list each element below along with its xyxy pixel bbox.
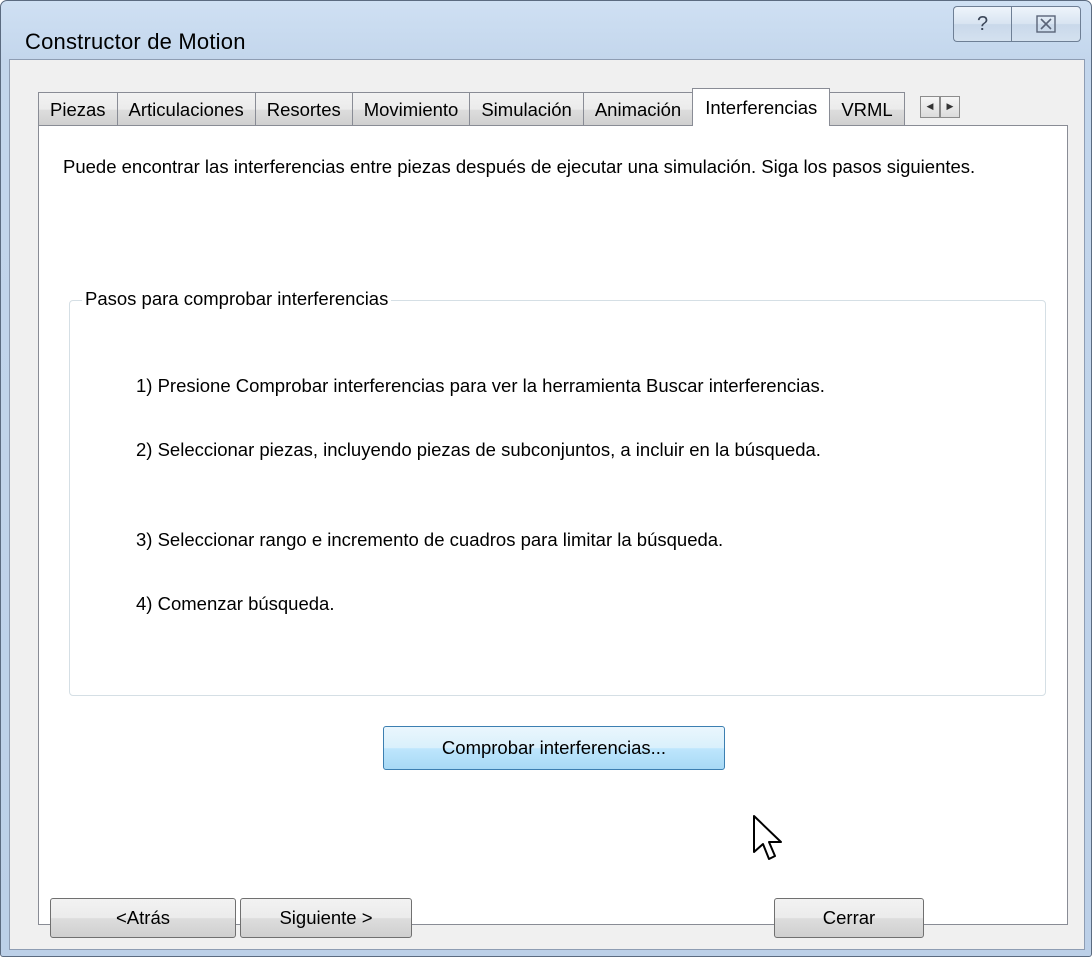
steps-groupbox: Pasos para comprobar interferencias 1) P… bbox=[69, 288, 1046, 696]
close-button[interactable]: Cerrar bbox=[774, 898, 924, 938]
step-3-text: 3) Seleccionar rango e incremento de cua… bbox=[136, 529, 724, 550]
step-1-text: 1) Presione Comprobar interferencias par… bbox=[136, 375, 825, 396]
mouse-pointer-icon bbox=[753, 815, 782, 860]
tab-resortes[interactable]: Resortes bbox=[255, 92, 353, 126]
tab-scroll-left-button[interactable]: ◀ bbox=[920, 96, 940, 118]
tab-animacion[interactable]: Animación bbox=[583, 92, 694, 126]
dialog-window: Constructor de Motion ? Piezas Articulac… bbox=[0, 0, 1092, 957]
tab-scroll-right-button[interactable]: ▶ bbox=[940, 96, 960, 118]
intro-text: Puede encontrar las interferencias entre… bbox=[63, 156, 976, 177]
client-area: Piezas Articulaciones Resortes Movimient… bbox=[9, 59, 1085, 950]
arrow-left-icon: ◀ bbox=[926, 102, 934, 112]
tab-simulacion[interactable]: Simulación bbox=[470, 92, 584, 126]
window-title: Constructor de Motion bbox=[25, 29, 246, 54]
tab-articulaciones[interactable]: Articulaciones bbox=[117, 92, 256, 126]
arrow-right-icon: ▶ bbox=[946, 102, 954, 112]
help-button[interactable]: ? bbox=[953, 6, 1011, 42]
check-interferences-button[interactable]: Comprobar interferencias... bbox=[383, 726, 725, 770]
tab-page-interferencias: Puede encontrar las interferencias entre… bbox=[38, 125, 1068, 925]
next-button[interactable]: Siguiente > bbox=[240, 898, 412, 938]
tab-strip: Piezas Articulaciones Resortes Movimient… bbox=[38, 88, 905, 126]
help-icon: ? bbox=[976, 12, 989, 35]
tab-piezas[interactable]: Piezas bbox=[38, 92, 118, 126]
step-2-text: 2) Seleccionar piezas, incluyendo piezas… bbox=[136, 439, 821, 460]
tab-interferencias[interactable]: Interferencias bbox=[692, 88, 831, 126]
close-window-button[interactable] bbox=[1011, 6, 1081, 42]
step-4-text: 4) Comenzar búsqueda. bbox=[136, 593, 335, 614]
caption-buttons: ? bbox=[953, 6, 1081, 42]
tab-movimiento[interactable]: Movimiento bbox=[352, 92, 471, 126]
back-button[interactable]: <Atrás bbox=[50, 898, 236, 938]
close-icon bbox=[1036, 15, 1056, 33]
tab-scroll-buttons: ◀ ▶ bbox=[920, 96, 960, 118]
tab-vrml[interactable]: VRML bbox=[830, 92, 905, 126]
groupbox-title: Pasos para comprobar interferencias bbox=[82, 288, 392, 310]
